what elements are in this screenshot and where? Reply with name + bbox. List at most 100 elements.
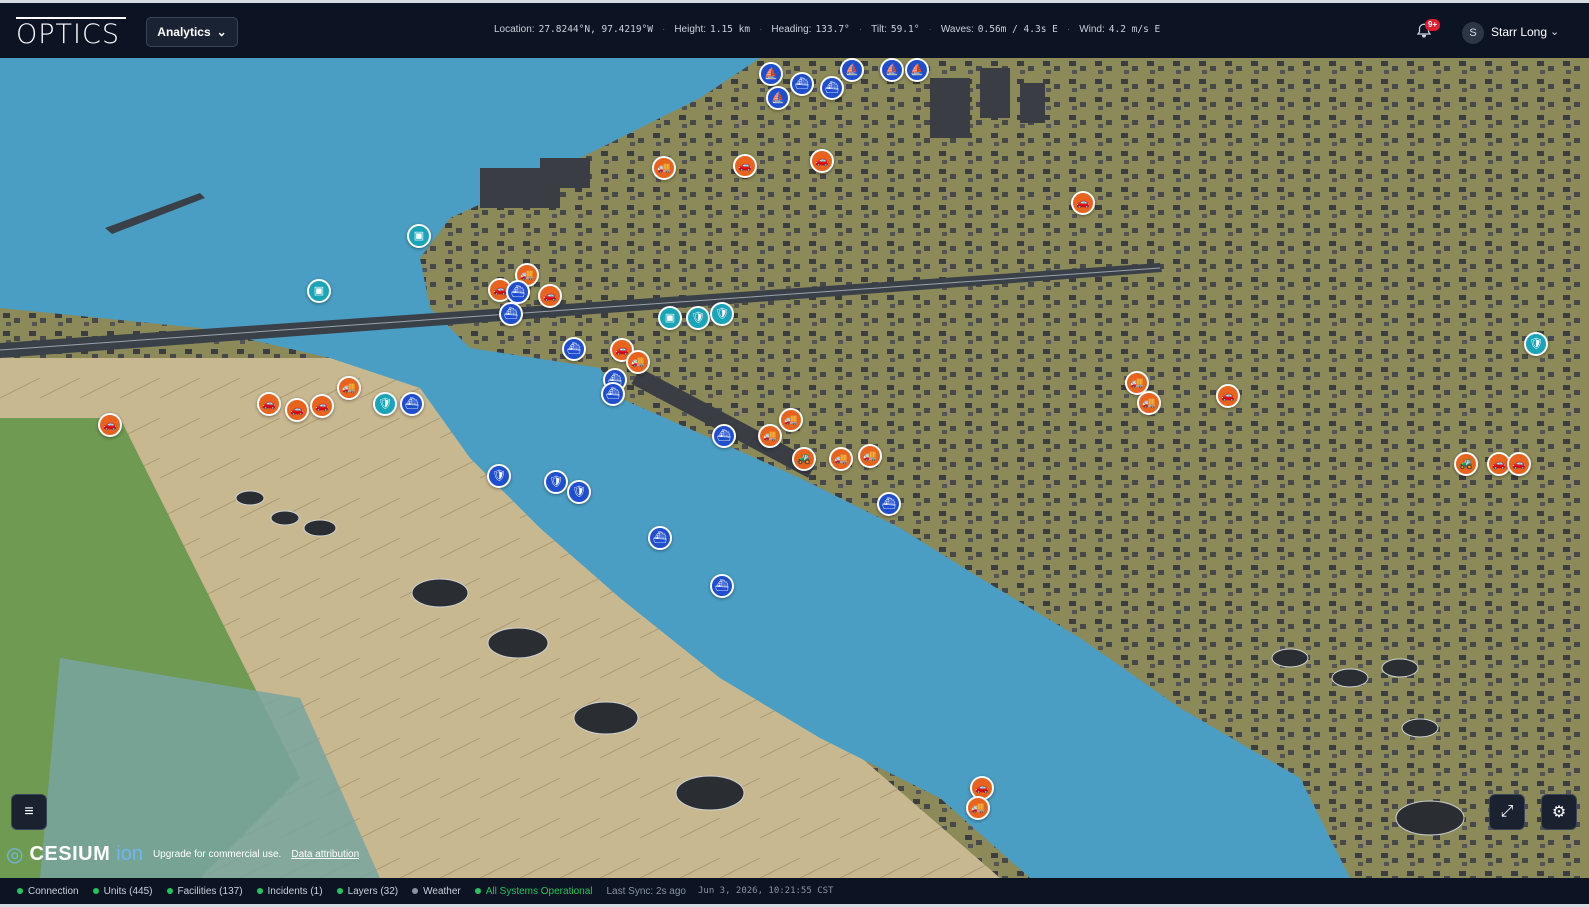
map-viewport[interactable]: ⛵ ⛴ ⛵ ⛴ ⛵ ⛵ ⛵ 🚚 🚗 🚗 🚗 ▣ ▣ 🚗 🚚 ⛴ 🚗 ⛴ ⛴ ▣ … <box>0 58 1589 878</box>
security-marker[interactable]: 🛡 <box>710 302 734 326</box>
logo-bar <box>16 17 126 19</box>
status-label: Units (445) <box>103 885 153 897</box>
terrain-background <box>0 58 1589 878</box>
separator: · <box>1066 24 1071 35</box>
vehicle-marker[interactable]: 🚜 <box>792 447 816 471</box>
security-marker[interactable]: 🛡 <box>686 306 710 330</box>
cesium-attribution: ◎ CESIUM ion Upgrade for commercial use.… <box>6 842 359 867</box>
status-label: Layers (32) <box>347 885 399 897</box>
vehicle-marker[interactable]: 🚗 <box>310 394 334 418</box>
camera-marker[interactable]: ▣ <box>407 224 431 248</box>
user-name[interactable]: Starr Long <box>1491 25 1547 39</box>
status-facilities[interactable]: Facilities (137) <box>166 885 243 897</box>
vehicle-marker[interactable]: 🚗 <box>285 398 309 422</box>
status-dot <box>166 888 173 894</box>
status-dot <box>336 888 343 894</box>
vessel-marker[interactable]: ⛴ <box>710 574 734 598</box>
vessel-marker[interactable]: ⛴ <box>790 72 814 96</box>
telemetry-waves: Waves: 0.56m / 4.3s E <box>941 24 1058 35</box>
telemetry-value: 0.56m / 4.3s E <box>977 24 1058 35</box>
status-connection[interactable]: Connection <box>17 886 79 897</box>
vessel-marker[interactable]: ⛴ <box>648 526 672 550</box>
vehicle-marker[interactable]: 🚗 <box>257 392 281 416</box>
chevron-down-icon: ⌄ <box>216 25 227 39</box>
vessel-marker[interactable]: ⛵ <box>880 58 904 82</box>
vessel-marker[interactable]: ⛵ <box>905 58 929 82</box>
camera-telemetry: Location: 27.8244°N, 97.4219°W · Height: 1… <box>494 24 1160 35</box>
vehicle-marker[interactable]: 🚗 <box>810 149 834 173</box>
telemetry-value: 1.15 km <box>710 24 751 35</box>
vehicle-marker[interactable]: 🚚 <box>1137 391 1161 415</box>
status-dot <box>92 888 99 894</box>
status-label: Incidents (1) <box>267 885 323 897</box>
security-marker[interactable]: 🛡 <box>544 470 568 494</box>
vessel-marker[interactable]: ⛴ <box>400 392 424 416</box>
menu-button[interactable]: ≡ <box>11 794 47 830</box>
vehicle-marker[interactable]: 🚗 <box>1507 452 1531 476</box>
vessel-marker[interactable]: ⛴ <box>601 382 625 406</box>
vehicle-marker[interactable]: 🚚 <box>652 156 676 180</box>
telemetry-height: Height: 1.15 km <box>674 24 750 35</box>
telemetry-label: Heading: <box>771 24 812 35</box>
status-units[interactable]: Units (445) <box>92 885 153 897</box>
status-dot <box>412 888 419 894</box>
settings-button[interactable]: ⚙ <box>1541 794 1577 830</box>
vehicle-marker[interactable]: 🚗 <box>538 284 562 308</box>
camera-marker[interactable]: ▣ <box>307 279 331 303</box>
system-status-label: All Systems Operational <box>485 885 593 897</box>
vehicle-marker[interactable]: 🚗 <box>98 413 122 437</box>
avatar[interactable]: S <box>1462 22 1484 44</box>
status-layers[interactable]: Layers (32) <box>336 885 399 897</box>
telemetry-label: Location: <box>494 24 535 35</box>
view-selector-dropdown[interactable]: Analytics ⌄ <box>146 17 238 47</box>
status-label: Facilities (137) <box>177 885 243 897</box>
data-attribution-link[interactable]: Data attribution <box>291 849 359 860</box>
upgrade-text: Upgrade for commercial use. <box>152 849 282 860</box>
security-marker[interactable]: 🛡 <box>373 392 397 416</box>
chevron-down-icon[interactable]: ⌄ <box>1550 25 1559 38</box>
vessel-marker[interactable]: ⛴ <box>712 424 736 448</box>
security-marker[interactable]: 🛡 <box>567 480 591 504</box>
status-weather[interactable]: Weather <box>412 886 461 897</box>
vessel-marker[interactable]: ⛴ <box>499 302 523 326</box>
vessel-marker[interactable]: ⛴ <box>877 492 901 516</box>
vehicle-marker[interactable]: 🚚 <box>337 376 361 400</box>
vessel-marker[interactable]: ⛴ <box>820 76 844 100</box>
status-bar: Connection Units (445) Facilities (137) … <box>0 878 1589 907</box>
vessel-marker[interactable]: ⛴ <box>562 337 586 361</box>
vehicle-marker[interactable]: 🚚 <box>626 350 650 374</box>
vehicle-marker[interactable]: 🚗 <box>1071 191 1095 215</box>
telemetry-location: Location: 27.8244°N, 97.4219°W <box>494 24 653 35</box>
vessel-marker[interactable]: ⛵ <box>766 86 790 110</box>
separator: · <box>661 24 666 35</box>
vehicle-marker[interactable]: 🚗 <box>1216 384 1240 408</box>
separator: · <box>759 24 763 35</box>
top-bar: OPTICS Analytics ⌄ Location: 27.8244°N, 9… <box>0 0 1589 58</box>
vehicle-marker[interactable]: 🚚 <box>829 447 853 471</box>
vehicle-marker[interactable]: 🚗 <box>733 154 757 178</box>
gear-icon: ⚙ <box>1551 804 1567 821</box>
security-marker[interactable]: 🛡 <box>1524 332 1548 356</box>
vessel-marker[interactable]: ⛵ <box>840 58 864 82</box>
telemetry-value: 4.2 m/s E <box>1108 24 1161 35</box>
hamburger-icon: ≡ <box>24 803 34 820</box>
camera-marker[interactable]: ▣ <box>658 306 682 330</box>
status-incidents[interactable]: Incidents (1) <box>256 885 323 897</box>
status-dot <box>256 888 263 894</box>
telemetry-heading: Heading: 133.7° <box>771 24 849 35</box>
vessel-marker[interactable]: ⛵ <box>759 62 783 86</box>
view-selector-label: Analytics <box>157 25 211 39</box>
vessel-marker[interactable]: ⛴ <box>506 280 530 304</box>
security-marker[interactable]: 🛡 <box>487 464 511 488</box>
status-dot <box>17 888 23 894</box>
fullscreen-button[interactable]: ⤢ <box>1489 794 1525 830</box>
telemetry-wind: Wind: 4.2 m/s E <box>1079 24 1160 35</box>
vehicle-marker[interactable]: 🚚 <box>779 408 803 432</box>
vehicle-marker[interactable]: 🚚 <box>758 424 782 448</box>
optics-logo[interactable]: OPTICS <box>16 17 126 50</box>
vehicle-marker[interactable]: 🚚 <box>966 796 990 820</box>
last-sync: Last Sync: 2s ago <box>606 885 686 897</box>
vehicle-marker[interactable]: 🚚 <box>858 444 882 468</box>
telemetry-label: Height: <box>674 24 707 35</box>
vehicle-marker[interactable]: 🚜 <box>1454 452 1478 476</box>
